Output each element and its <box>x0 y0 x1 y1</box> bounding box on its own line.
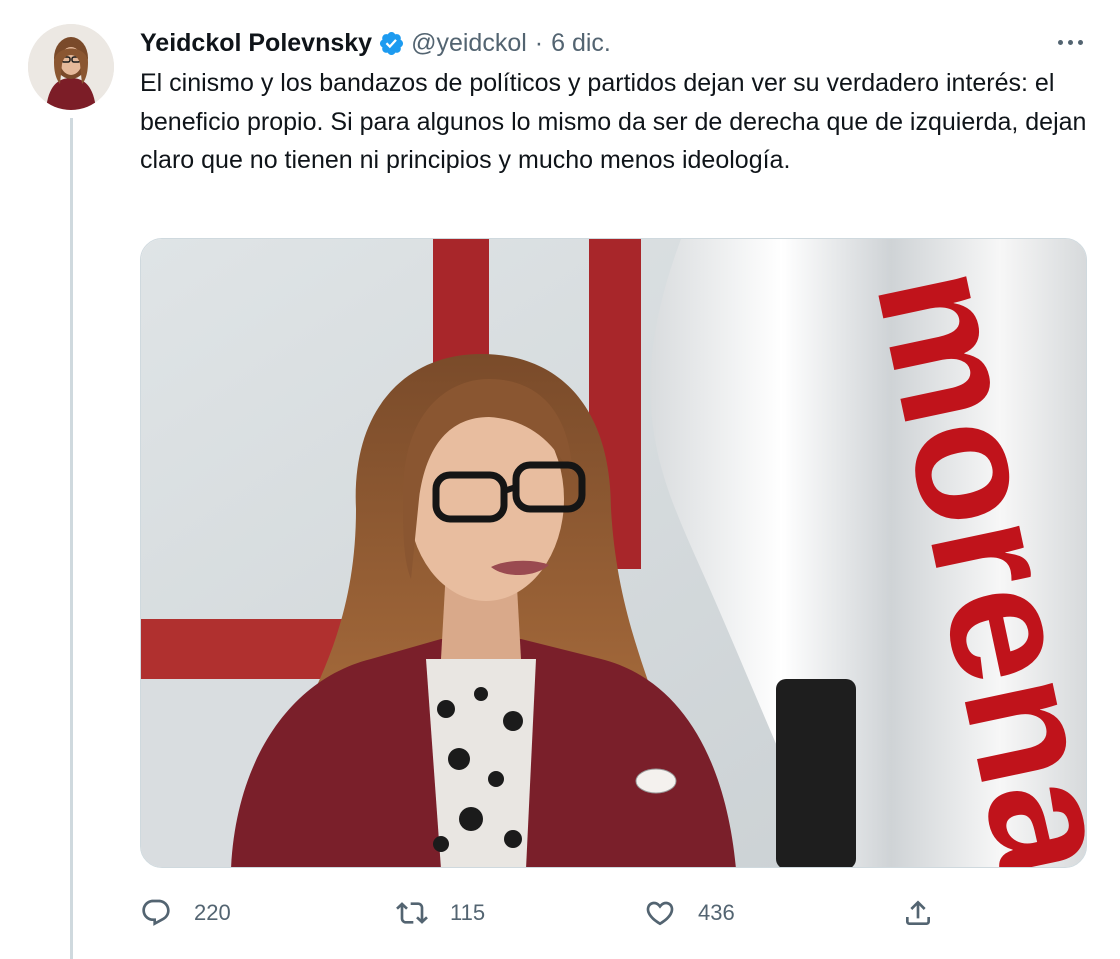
retweet-icon <box>396 902 428 924</box>
like-count: 436 <box>698 900 735 925</box>
reply-button[interactable]: 220 <box>140 890 231 936</box>
author-handle[interactable]: @yeidckol <box>411 29 527 58</box>
tweet-date[interactable]: 6 dic. <box>551 29 611 58</box>
header-separator: · <box>534 28 544 57</box>
avatar-image <box>28 24 114 110</box>
reply-count: 220 <box>194 900 231 925</box>
thread-connector-line <box>70 118 73 959</box>
verified-badge-icon <box>378 30 405 57</box>
tweet-header: Yeidckol Polevnsky @yeidckol · 6 dic. <box>140 26 611 60</box>
retweet-count: 115 <box>450 900 486 925</box>
retweet-button[interactable]: 115 <box>396 890 485 936</box>
display-name[interactable]: Yeidckol Polevnsky <box>140 29 372 58</box>
tweet-photo[interactable]: morena <box>140 238 1087 868</box>
share-icon <box>906 900 930 925</box>
tweet-actions: 220 115 436 <box>140 890 1090 936</box>
share-button[interactable] <box>902 890 934 936</box>
reply-icon <box>142 899 170 926</box>
avatar[interactable] <box>28 24 114 110</box>
tweet-text: El cinismo y los bandazos de políticos y… <box>140 69 1087 174</box>
like-button[interactable]: 436 <box>644 890 735 936</box>
more-dots-icon[interactable] <box>1046 30 1094 54</box>
heart-icon <box>646 901 674 926</box>
photo-image: morena <box>141 239 1086 867</box>
